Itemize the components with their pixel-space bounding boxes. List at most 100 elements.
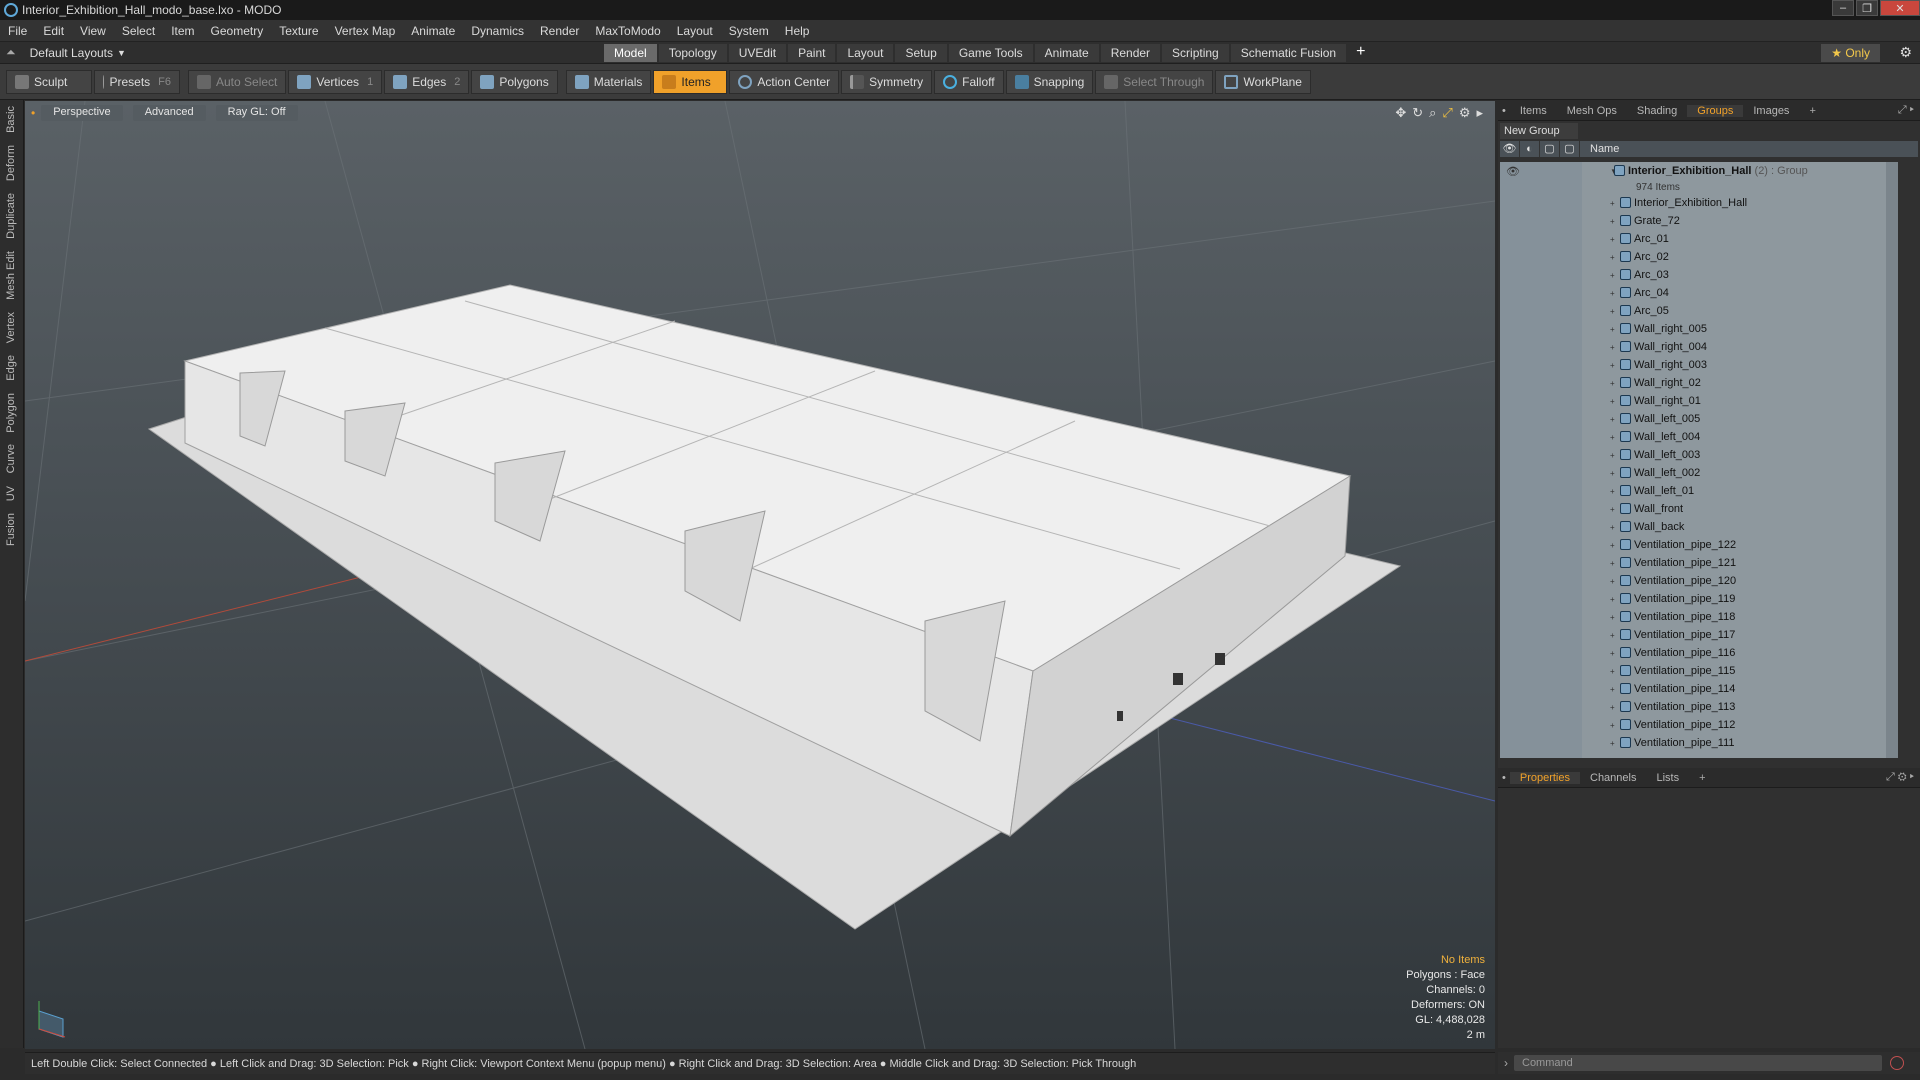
tab-animate[interactable]: Animate <box>1034 44 1099 62</box>
shading-mode-button[interactable]: Advanced <box>132 105 206 121</box>
left-tab-basic[interactable]: Basic <box>5 100 17 139</box>
expand-plus-icon[interactable]: + <box>1610 559 1615 568</box>
list-item[interactable]: + Arc_01 <box>1500 230 1898 248</box>
maximize-button[interactable]: ❐ <box>1856 0 1878 16</box>
menu-animate[interactable]: Animate <box>403 24 463 38</box>
left-tab-fusion[interactable]: Fusion <box>5 507 17 552</box>
tab-scripting[interactable]: Scripting <box>1162 44 1229 62</box>
tab-setup[interactable]: Setup <box>895 44 947 62</box>
name-column-header[interactable]: Name <box>1580 143 1619 155</box>
expand-plus-icon[interactable]: + <box>1610 217 1615 226</box>
tab-items[interactable]: Items <box>1510 105 1557 117</box>
expand-plus-icon[interactable]: + <box>1610 721 1615 730</box>
list-item[interactable]: + Wall_left_004 <box>1500 428 1898 446</box>
vertices-button[interactable]: Vertices 1 <box>288 69 383 94</box>
edges-button[interactable]: Edges 2 <box>384 69 470 94</box>
visibility-column-icon[interactable]: 👁 <box>1500 141 1520 157</box>
viewport-menu-dot-icon[interactable]: • <box>31 106 35 120</box>
list-item[interactable]: + Wall_left_002 <box>1500 464 1898 482</box>
symmetry-button[interactable]: Symmetry <box>841 69 933 94</box>
tab-lists[interactable]: Lists <box>1646 772 1689 784</box>
list-item[interactable]: + Ventilation_pipe_120 <box>1500 572 1898 590</box>
expand-plus-icon[interactable]: + <box>1610 199 1615 208</box>
action-center-button[interactable]: Action Center <box>729 69 840 94</box>
materials-button[interactable]: Materials <box>565 69 652 94</box>
list-item[interactable]: + Ventilation_pipe_115 <box>1500 662 1898 680</box>
expand-plus-icon[interactable]: + <box>1610 307 1615 316</box>
left-tab-polygon[interactable]: Polygon <box>5 387 17 439</box>
expand-plus-icon[interactable]: + <box>1610 379 1615 388</box>
view-mode-button[interactable]: Perspective <box>41 105 123 121</box>
auto-select-button[interactable]: Auto Select <box>188 69 287 94</box>
expand-plus-icon[interactable]: + <box>1610 523 1615 532</box>
list-item[interactable]: + Wall_right_004 <box>1500 338 1898 356</box>
tab-game-tools[interactable]: Game Tools <box>948 44 1033 62</box>
only-toggle[interactable]: ★ Only <box>1821 44 1880 62</box>
list-item[interactable]: + Arc_03 <box>1500 266 1898 284</box>
menu-edit[interactable]: Edit <box>35 24 72 38</box>
rotate-view-icon[interactable]: ↻ <box>1412 105 1423 121</box>
add-props-tab-icon[interactable]: + <box>1689 772 1715 784</box>
expand-plus-icon[interactable]: + <box>1610 289 1615 298</box>
left-tab-vertex[interactable]: Vertex <box>5 306 17 349</box>
expand-plus-icon[interactable]: + <box>1610 487 1615 496</box>
list-scrollbar[interactable] <box>1886 162 1898 758</box>
expand-plus-icon[interactable]: + <box>1610 739 1615 748</box>
props-settings-icon[interactable]: ⤢ ⚙ ▸ <box>1876 771 1920 784</box>
list-item[interactable]: + Ventilation_pipe_113 <box>1500 698 1898 716</box>
lock-column-icon[interactable]: ▢ <box>1540 141 1560 157</box>
expand-plus-icon[interactable]: + <box>1610 271 1615 280</box>
new-group-button[interactable]: New Group <box>1500 123 1578 139</box>
groups-list[interactable]: 👁 ▼ Interior_Exhibition_Hall (2) : Group… <box>1500 162 1898 758</box>
fit-view-icon[interactable]: ⤢ <box>1442 105 1452 121</box>
list-item[interactable]: + Wall_right_005 <box>1500 320 1898 338</box>
tab-layout[interactable]: Layout <box>837 44 894 62</box>
expand-plus-icon[interactable]: + <box>1610 397 1615 406</box>
group-eye-icon[interactable]: 👁 <box>1506 165 1520 178</box>
menu-file[interactable]: File <box>0 24 35 38</box>
menu-vertex-map[interactable]: Vertex Map <box>327 24 404 38</box>
menu-maxtomodo[interactable]: MaxToModo <box>587 24 668 38</box>
polygons-button[interactable]: Polygons <box>471 69 558 94</box>
list-item[interactable]: + Ventilation_pipe_118 <box>1500 608 1898 626</box>
add-panel-tab-icon[interactable]: + <box>1799 105 1825 117</box>
menu-view[interactable]: View <box>72 24 114 38</box>
expand-plus-icon[interactable]: + <box>1610 541 1615 550</box>
list-item[interactable]: + Ventilation_pipe_114 <box>1500 680 1898 698</box>
list-item[interactable]: + Ventilation_pipe_121 <box>1500 554 1898 572</box>
left-tab-curve[interactable]: Curve <box>5 438 17 479</box>
list-item[interactable]: + Ventilation_pipe_119 <box>1500 590 1898 608</box>
workplane-button[interactable]: WorkPlane <box>1215 69 1311 94</box>
list-item[interactable]: + Wall_left_003 <box>1500 446 1898 464</box>
select-column-icon[interactable]: ▢ <box>1560 141 1580 157</box>
expand-plus-icon[interactable]: + <box>1610 649 1615 658</box>
menu-texture[interactable]: Texture <box>271 24 326 38</box>
tab-mesh-ops[interactable]: Mesh Ops <box>1557 105 1627 117</box>
expand-plus-icon[interactable]: + <box>1610 325 1615 334</box>
expand-plus-icon[interactable]: + <box>1610 631 1615 640</box>
falloff-button[interactable]: Falloff <box>934 69 1004 94</box>
tab-images[interactable]: Images <box>1743 105 1799 117</box>
list-item[interactable]: + Wall_right_003 <box>1500 356 1898 374</box>
snapping-button[interactable]: Snapping <box>1005 69 1094 94</box>
left-tab-uv[interactable]: UV <box>5 480 17 507</box>
command-arrow-icon[interactable]: › <box>1504 1056 1508 1070</box>
expand-plus-icon[interactable]: + <box>1610 361 1615 370</box>
panel-expand-icon[interactable]: ⤢ ▸ <box>1888 104 1920 117</box>
move-view-icon[interactable]: ✥ <box>1395 105 1406 121</box>
expand-plus-icon[interactable]: + <box>1610 433 1615 442</box>
list-item[interactable]: + Wall_left_005 <box>1500 410 1898 428</box>
command-input[interactable]: Command <box>1514 1055 1882 1071</box>
gear-icon[interactable]: ⚙ <box>1899 44 1912 61</box>
items-button[interactable]: Items <box>653 69 728 94</box>
sculpt-button[interactable]: Sculpt <box>6 69 92 94</box>
tab-groups[interactable]: Groups <box>1687 104 1744 117</box>
left-tab-edge[interactable]: Edge <box>5 349 17 387</box>
expand-plus-icon[interactable]: + <box>1610 415 1615 424</box>
list-item[interactable]: + Arc_05 <box>1500 302 1898 320</box>
menu-help[interactable]: Help <box>777 24 818 38</box>
menu-system[interactable]: System <box>721 24 777 38</box>
list-item[interactable]: + Ventilation_pipe_111 <box>1500 734 1898 752</box>
list-item[interactable]: + Wall_back <box>1500 518 1898 536</box>
select-through-button[interactable]: Select Through <box>1095 69 1214 94</box>
